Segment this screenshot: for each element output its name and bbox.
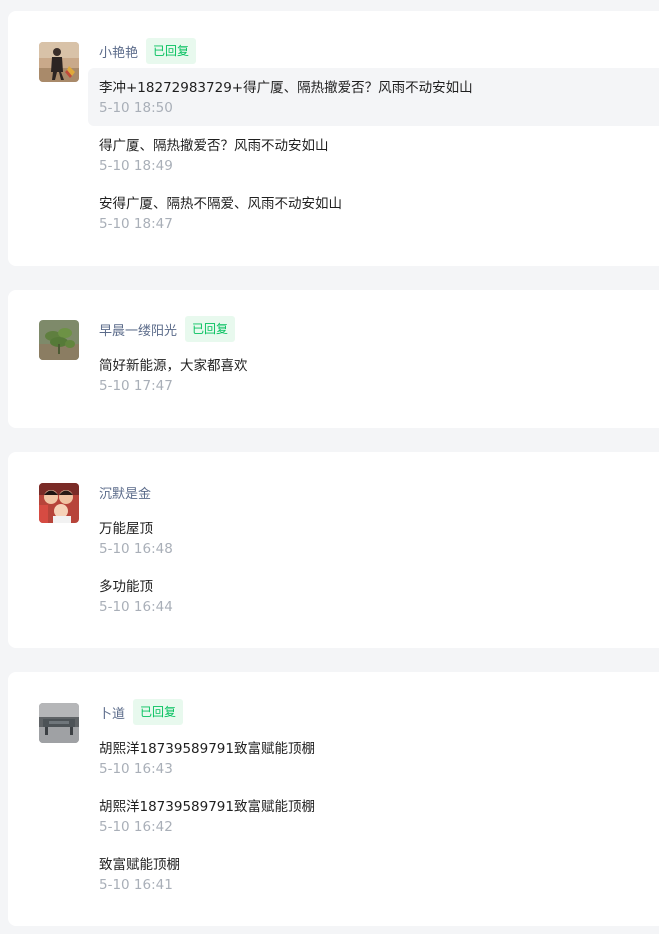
comment-thread-card: 沉默是金 万能屋顶 5-10 16:48 多功能顶 5-10 16:44 xyxy=(8,452,659,648)
avatar-landscape-icon xyxy=(39,703,79,743)
comment-message[interactable]: 致富赋能顶棚 5-10 16:41 xyxy=(88,845,659,903)
comment-message[interactable]: 多功能顶 5-10 16:44 xyxy=(88,567,659,625)
replied-badge: 已回复 xyxy=(146,38,197,64)
user-nickname[interactable]: 小艳艳 xyxy=(99,42,138,61)
comment-message[interactable]: 胡熙洋18739589791致富赋能顶棚 5-10 16:42 xyxy=(88,787,659,845)
avatar-family-photo-icon xyxy=(39,483,79,523)
message-time: 5-10 16:42 xyxy=(99,819,173,835)
avatar-person-outdoor-icon xyxy=(39,42,79,82)
user-nickname[interactable]: 早晨一缕阳光 xyxy=(99,320,177,339)
comment-message[interactable]: 简好新能源，大家都喜欢 5-10 17:47 xyxy=(88,346,659,404)
message-time: 5-10 17:47 xyxy=(99,378,173,394)
user-name-row: 卜道 已回复 xyxy=(99,699,184,725)
message-time: 5-10 18:50 xyxy=(99,100,173,116)
user-nickname[interactable]: 卜道 xyxy=(99,703,125,722)
user-name-row: 沉默是金 xyxy=(99,479,151,505)
comment-message[interactable]: 得广厦、隔热撤爱否？风雨不动安如山 5-10 18:49 xyxy=(88,126,659,184)
message-time: 5-10 18:49 xyxy=(99,158,173,174)
user-avatar[interactable] xyxy=(39,42,79,82)
comment-message[interactable]: 安得广厦、隔热不隔爱、风雨不动安如山 5-10 18:47 xyxy=(88,184,659,242)
user-avatar[interactable] xyxy=(39,320,79,360)
message-text: 安得广厦、隔热不隔爱、风雨不动安如山 xyxy=(99,196,342,212)
comment-message[interactable]: 李冲+18272983729+得广厦、隔热撤爱否？风雨不动安如山 5-10 18… xyxy=(88,68,659,126)
comment-thread-card: 卜道 已回复 胡熙洋18739589791致富赋能顶棚 5-10 16:43 胡… xyxy=(8,672,659,926)
user-avatar[interactable] xyxy=(39,703,79,743)
message-time: 5-10 16:41 xyxy=(99,877,173,893)
replied-badge: 已回复 xyxy=(133,699,184,725)
message-text: 胡熙洋18739589791致富赋能顶棚 xyxy=(99,741,315,757)
message-text: 胡熙洋18739589791致富赋能顶棚 xyxy=(99,799,315,815)
user-nickname[interactable]: 沉默是金 xyxy=(99,483,151,502)
message-text: 万能屋顶 xyxy=(99,521,153,537)
user-name-row: 早晨一缕阳光 已回复 xyxy=(99,316,236,342)
replied-badge: 已回复 xyxy=(185,316,236,342)
message-text: 简好新能源，大家都喜欢 xyxy=(99,358,248,374)
comment-message[interactable]: 胡熙洋18739589791致富赋能顶棚 5-10 16:43 xyxy=(88,729,659,787)
comment-thread-card: 早晨一缕阳光 已回复 简好新能源，大家都喜欢 5-10 17:47 xyxy=(8,290,659,428)
comment-thread-card: 小艳艳 已回复 李冲+18272983729+得广厦、隔热撤爱否？风雨不动安如山… xyxy=(8,11,659,266)
avatar-plant-icon xyxy=(39,320,79,360)
user-name-row: 小艳艳 已回复 xyxy=(99,38,197,64)
message-text: 李冲+18272983729+得广厦、隔热撤爱否？风雨不动安如山 xyxy=(99,80,473,96)
message-text: 多功能顶 xyxy=(99,579,153,595)
message-time: 5-10 18:47 xyxy=(99,216,173,232)
user-avatar[interactable] xyxy=(39,483,79,523)
message-time: 5-10 16:43 xyxy=(99,761,173,777)
message-time: 5-10 16:48 xyxy=(99,541,173,557)
message-time: 5-10 16:44 xyxy=(99,599,173,615)
message-text: 致富赋能顶棚 xyxy=(99,857,180,873)
comment-message[interactable]: 万能屋顶 5-10 16:48 xyxy=(88,509,659,567)
message-text: 得广厦、隔热撤爱否？风雨不动安如山 xyxy=(99,138,329,154)
